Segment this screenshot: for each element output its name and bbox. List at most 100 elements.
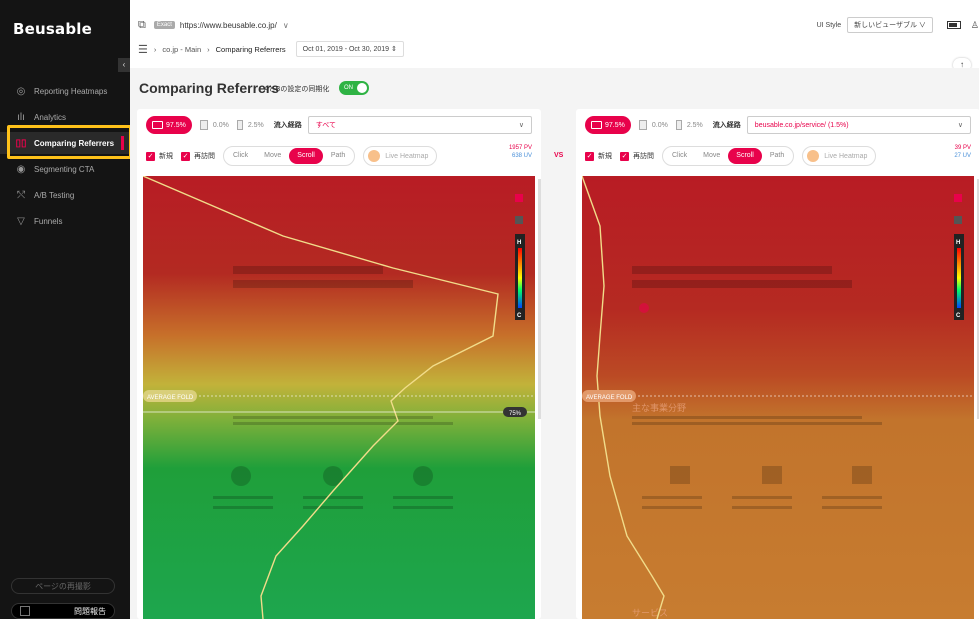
legend-high-label: H	[517, 240, 521, 246]
new-visitor-checkbox[interactable]: ✓ 新規	[585, 151, 612, 161]
pv-uv-stats: 39 PV 27 UV	[954, 144, 971, 160]
tab-move[interactable]: Move	[695, 148, 728, 164]
sidebar-collapse-button[interactable]: ‹	[118, 58, 130, 72]
fold-percent: 75%	[509, 411, 522, 417]
check-icon: ✓	[585, 151, 594, 161]
sidebar-item-funnels[interactable]: ▽ Funnels	[0, 210, 130, 232]
highlight-annotation-box	[7, 125, 132, 159]
panel-scrollbar[interactable]	[538, 179, 541, 419]
pv-count: 1957 PV	[508, 145, 532, 151]
user-icon[interactable]: ♙	[971, 20, 979, 31]
check-icon: ✓	[146, 151, 155, 161]
live-label: Live Heatmap	[385, 152, 429, 160]
ui-style-value: 新しいビューザブル	[854, 22, 917, 29]
heatmap-mode-tabs: Click Move Scroll Path	[223, 146, 356, 166]
settings-icon[interactable]	[515, 216, 523, 224]
heatmap-gradient	[582, 176, 974, 619]
sidebar-item-reporting-heatmaps[interactable]: ◎ Reporting Heatmaps	[0, 80, 130, 102]
new-label: 新規	[159, 153, 173, 160]
live-label: Live Heatmap	[824, 152, 868, 160]
referrer-value: beusable.co.jp/service/ (1.5%)	[754, 121, 849, 129]
desktop-filter[interactable]: 97.5%	[585, 116, 631, 134]
tablet-filter[interactable]: 0.0%	[638, 120, 668, 130]
legend-low-label: C	[956, 313, 961, 319]
rerecord-label: ページの再撮影	[35, 581, 91, 591]
chevron-down-icon[interactable]: ∨	[283, 21, 289, 30]
tab-path[interactable]: Path	[323, 148, 353, 164]
globe-icon	[368, 150, 381, 162]
report-label: 問題報告	[74, 606, 106, 616]
report-issue-button[interactable]: 問題報告	[11, 603, 115, 619]
page-heading-text: 主な事業分野	[632, 402, 686, 414]
mobile-filter[interactable]: 2.5%	[236, 120, 264, 130]
bar-chart-icon: ılı	[17, 111, 25, 123]
settings-icon[interactable]	[954, 216, 962, 224]
new-label: 新規	[598, 153, 612, 160]
expand-icon[interactable]	[954, 194, 962, 202]
panel-a: 97.5% 0.0% 2.5% 流入経路 すべて ∨ ✓ 新規 ✓ 再訪問 Click…	[137, 109, 541, 619]
check-icon: ✓	[181, 151, 190, 161]
desktop-pct: 97.5%	[605, 121, 625, 129]
panel-b: 97.5% 0.0% 2.5% 流入経路 beusable.co.jp/serv…	[576, 109, 979, 619]
average-fold-label: AVERAGE FOLD	[147, 395, 194, 401]
sidebar-item-label: Reporting Heatmaps	[34, 86, 108, 96]
globe-icon	[807, 150, 820, 162]
mobile-filter[interactable]: 2.5%	[675, 120, 703, 130]
view-options-row: ✓ 新規 ✓ 再訪問 Click Move Scroll Path Live Hea…	[146, 145, 532, 166]
referrer-label: 流入経路	[273, 122, 302, 129]
sidebar-item-ab-testing[interactable]: ⤲ A/B Testing	[0, 184, 130, 206]
date-range-picker[interactable]: Oct 01, 2019 - Oct 30, 2019 ⇕	[295, 41, 404, 57]
fingerprint-icon: ◉	[16, 163, 26, 175]
tablet-pct: 0.0%	[212, 121, 229, 129]
tab-move[interactable]: Move	[256, 148, 289, 164]
live-heatmap-button[interactable]: Live Heatmap	[802, 146, 877, 166]
scroll-heatmap-b[interactable]: 主な事業分野 サービス AVERAGE FOLD H C	[582, 176, 974, 619]
new-visitor-checkbox[interactable]: ✓ 新規	[146, 151, 173, 161]
menu-icon[interactable]: ☰	[138, 43, 148, 56]
tab-path[interactable]: Path	[762, 148, 792, 164]
target-icon: ◎	[16, 85, 26, 97]
page-footer-text: サービス	[632, 608, 668, 619]
sync-toggle[interactable]: ON	[339, 81, 369, 95]
tablet-filter[interactable]: 0.0%	[199, 120, 229, 130]
sync-settings-label: AとBの設定の同期化	[264, 86, 330, 93]
top-bar: ⧉ Exact https://www.beusable.co.jp/ ∨ UI…	[130, 14, 979, 36]
ui-style-area: UI Style 新しいビューザブル ∨ ♙	[817, 17, 979, 33]
page-url[interactable]: https://www.beusable.co.jp/	[180, 21, 277, 30]
breadcrumb-site[interactable]: co.jp - Main	[162, 45, 201, 54]
pv-count: 39 PV	[954, 145, 971, 151]
vs-label: VS	[554, 152, 564, 159]
sidebar-item-segmenting-cta[interactable]: ◉ Segmenting CTA	[0, 158, 130, 180]
view-options-row: ✓ 新規 ✓ 再訪問 Click Move Scroll Path Live Hea…	[585, 144, 971, 166]
referrer-select[interactable]: すべて ∨	[307, 116, 532, 134]
sidebar-item-label: Analytics	[34, 112, 67, 122]
heatmap-mode-tabs: Click Move Scroll Path	[662, 146, 795, 166]
ui-style-select[interactable]: 新しいビューザブル ∨	[847, 17, 933, 33]
returning-visitor-checkbox[interactable]: ✓ 再訪問	[620, 151, 654, 161]
tab-click[interactable]: Click	[664, 148, 695, 164]
breadcrumb-separator: ›	[153, 44, 157, 54]
page-title: Comparing Referrers	[139, 80, 280, 96]
sidebar-item-label: A/B Testing	[34, 190, 75, 200]
chevron-down-icon: ∨	[518, 122, 524, 129]
mobile-icon	[675, 120, 682, 130]
mobile-pct: 2.5%	[686, 121, 703, 129]
device-filter-row: 97.5% 0.0% 2.5% 流入経路 beusable.co.jp/serv…	[585, 115, 971, 135]
external-link-icon[interactable]: ⧉	[138, 19, 146, 32]
returning-visitor-checkbox[interactable]: ✓ 再訪問	[181, 151, 215, 161]
app-logo[interactable]: Beusable	[13, 20, 92, 38]
tab-scroll[interactable]: Scroll	[289, 148, 323, 164]
uv-count: 638 UV	[511, 153, 532, 159]
expand-icon[interactable]	[515, 194, 523, 202]
referrer-select[interactable]: beusable.co.jp/service/ (1.5%) ∨	[746, 116, 971, 134]
split-icon: ⤲	[17, 189, 25, 201]
referrer-value: すべて	[315, 122, 337, 129]
tab-scroll[interactable]: Scroll	[728, 148, 762, 164]
check-icon: ✓	[620, 151, 629, 161]
tab-click[interactable]: Click	[225, 148, 256, 164]
desktop-filter[interactable]: 97.5%	[146, 116, 192, 134]
scroll-heatmap-a[interactable]: AVERAGE FOLD 75% H C	[143, 176, 535, 619]
live-heatmap-button[interactable]: Live Heatmap	[363, 146, 438, 166]
match-type-badge[interactable]: Exact	[153, 21, 175, 29]
rerecord-page-button[interactable]: ページの再撮影	[11, 578, 115, 594]
